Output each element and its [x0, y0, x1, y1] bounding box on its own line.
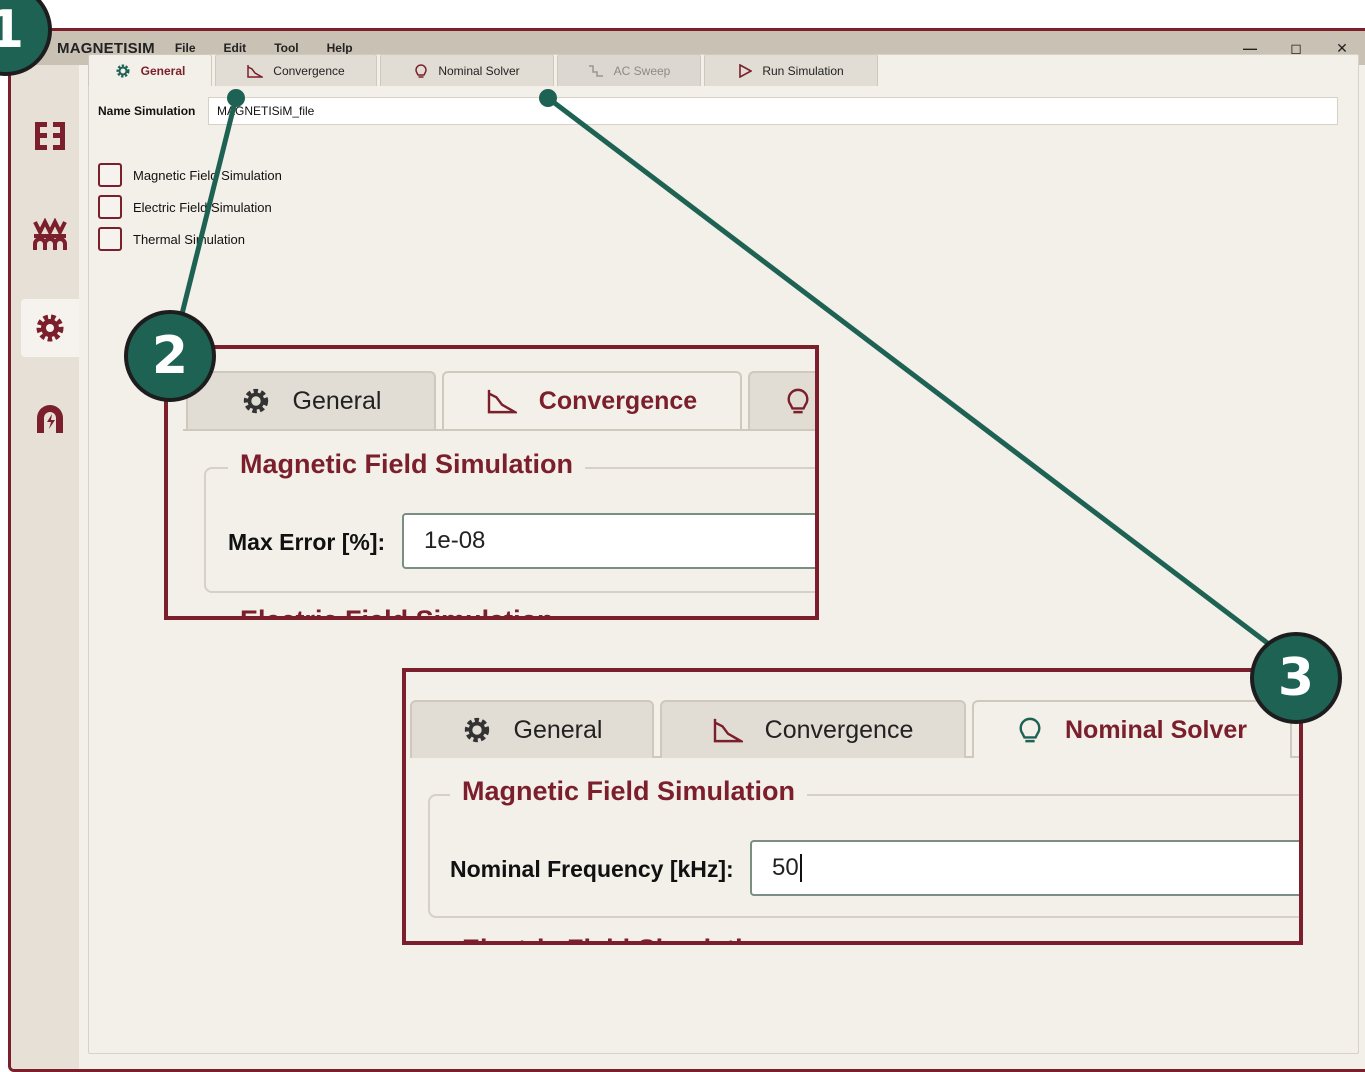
tab-bar: General Convergence Nominal Solver AC Sw… [88, 54, 881, 86]
sidebar [11, 65, 79, 1069]
tab-nominal-solver[interactable]: Nominal Solver [380, 54, 554, 86]
menu-help[interactable]: Help [327, 41, 353, 55]
zoom-group-title: Magnetic Field Simulation [228, 449, 586, 480]
zoom-tab-label: General [513, 715, 603, 744]
step-badge-3: 3 [1250, 632, 1342, 724]
zoom-field-label: Max Error [%]: [228, 529, 386, 555]
zoom-tab-label: General [292, 386, 382, 415]
zoom-tab-label: Convergence [538, 386, 698, 415]
chart-icon [247, 64, 264, 78]
nominal-frequency-value: 50 [772, 854, 799, 881]
gear-icon [464, 717, 489, 743]
chart-icon [487, 389, 517, 414]
tab-label: Nominal Solver [438, 63, 520, 78]
electric-field-checkbox-row[interactable]: Electric Field Simulation [98, 194, 272, 220]
zoom-tab-next [748, 371, 815, 429]
magnet-icon [37, 405, 63, 433]
nominal-solver-zoom-callout: General Convergence Nominal Solver Magne… [402, 668, 1303, 945]
chart-icon [713, 718, 743, 743]
magnetic-field-checkbox[interactable] [98, 163, 122, 187]
settings-icon [36, 314, 64, 342]
coil-icon [33, 218, 67, 250]
play-icon [739, 63, 753, 78]
max-error-input-zoom: 1e-08 [402, 513, 815, 569]
zoom-next-group-title: Electric Field Simulation [240, 605, 554, 620]
electric-field-label: Electric Field Simulation [133, 199, 272, 215]
screenshot-stage: MAGNETISIM File Edit Tool Help — ◻ ✕ Gen… [0, 0, 1365, 1072]
sidebar-item-magnet[interactable] [21, 389, 79, 447]
thermal-checkbox-row[interactable]: Thermal Simulation [98, 226, 245, 252]
zoom-tab-convergence: Convergence [660, 700, 966, 758]
core-icon [35, 122, 65, 150]
thermal-label: Thermal Simulation [133, 231, 245, 247]
zoom-tab-nominal-solver: Nominal Solver [972, 700, 1292, 758]
tab-label: Convergence [273, 63, 345, 78]
zoom-tab-convergence: Convergence [442, 371, 742, 429]
menu-file[interactable]: File [175, 41, 196, 55]
bulb-icon [1019, 717, 1041, 743]
gear-icon [243, 388, 268, 414]
tab-run-simulation[interactable]: Run Simulation [704, 54, 878, 86]
name-simulation-label: Name Simulation [98, 104, 196, 118]
sidebar-item-core[interactable] [21, 107, 79, 165]
bulb-icon [415, 63, 428, 78]
tab-label: AC Sweep [613, 63, 671, 78]
gear-icon [116, 64, 130, 77]
zoom-tab-label: Convergence [764, 715, 914, 744]
menu-tool[interactable]: Tool [274, 41, 298, 55]
sweep-icon [588, 64, 603, 77]
electric-field-checkbox[interactable] [98, 195, 122, 219]
convergence-zoom-callout: General Convergence Magnetic Field Simul… [164, 345, 819, 620]
bulb-icon [787, 388, 809, 414]
zoom-tab-general: General [410, 700, 654, 758]
tab-general[interactable]: General [88, 54, 212, 86]
text-cursor [799, 854, 802, 882]
menu-edit[interactable]: Edit [224, 41, 247, 55]
zoom-tab-general: General [186, 371, 436, 429]
magnetic-field-checkbox-row[interactable]: Magnetic Field Simulation [98, 162, 282, 188]
tab-label: Run Simulation [762, 63, 844, 78]
nominal-frequency-input-zoom: 50 [750, 840, 1299, 896]
zoom-group-title: Magnetic Field Simulation [450, 776, 808, 807]
tab-label: General [140, 63, 186, 78]
tab-ac-sweep[interactable]: AC Sweep [557, 54, 701, 86]
zoom-field-label: Nominal Frequency [kHz]: [450, 856, 734, 882]
name-simulation-row: Name Simulation [98, 97, 1338, 125]
zoom-tab-label: Nominal Solver [1065, 715, 1247, 744]
menu-bar: File Edit Tool Help [175, 41, 381, 55]
tab-convergence[interactable]: Convergence [215, 54, 377, 86]
magnetic-field-label: Magnetic Field Simulation [133, 167, 282, 183]
step-badge-2: 2 [124, 310, 216, 402]
thermal-checkbox[interactable] [98, 227, 122, 251]
tab-underline [183, 429, 815, 431]
sidebar-item-settings[interactable] [21, 299, 79, 357]
zoom-next-group-title: Electric Field Simulation [462, 934, 776, 941]
name-simulation-input[interactable] [208, 97, 1338, 125]
sidebar-item-coil[interactable] [21, 207, 79, 265]
